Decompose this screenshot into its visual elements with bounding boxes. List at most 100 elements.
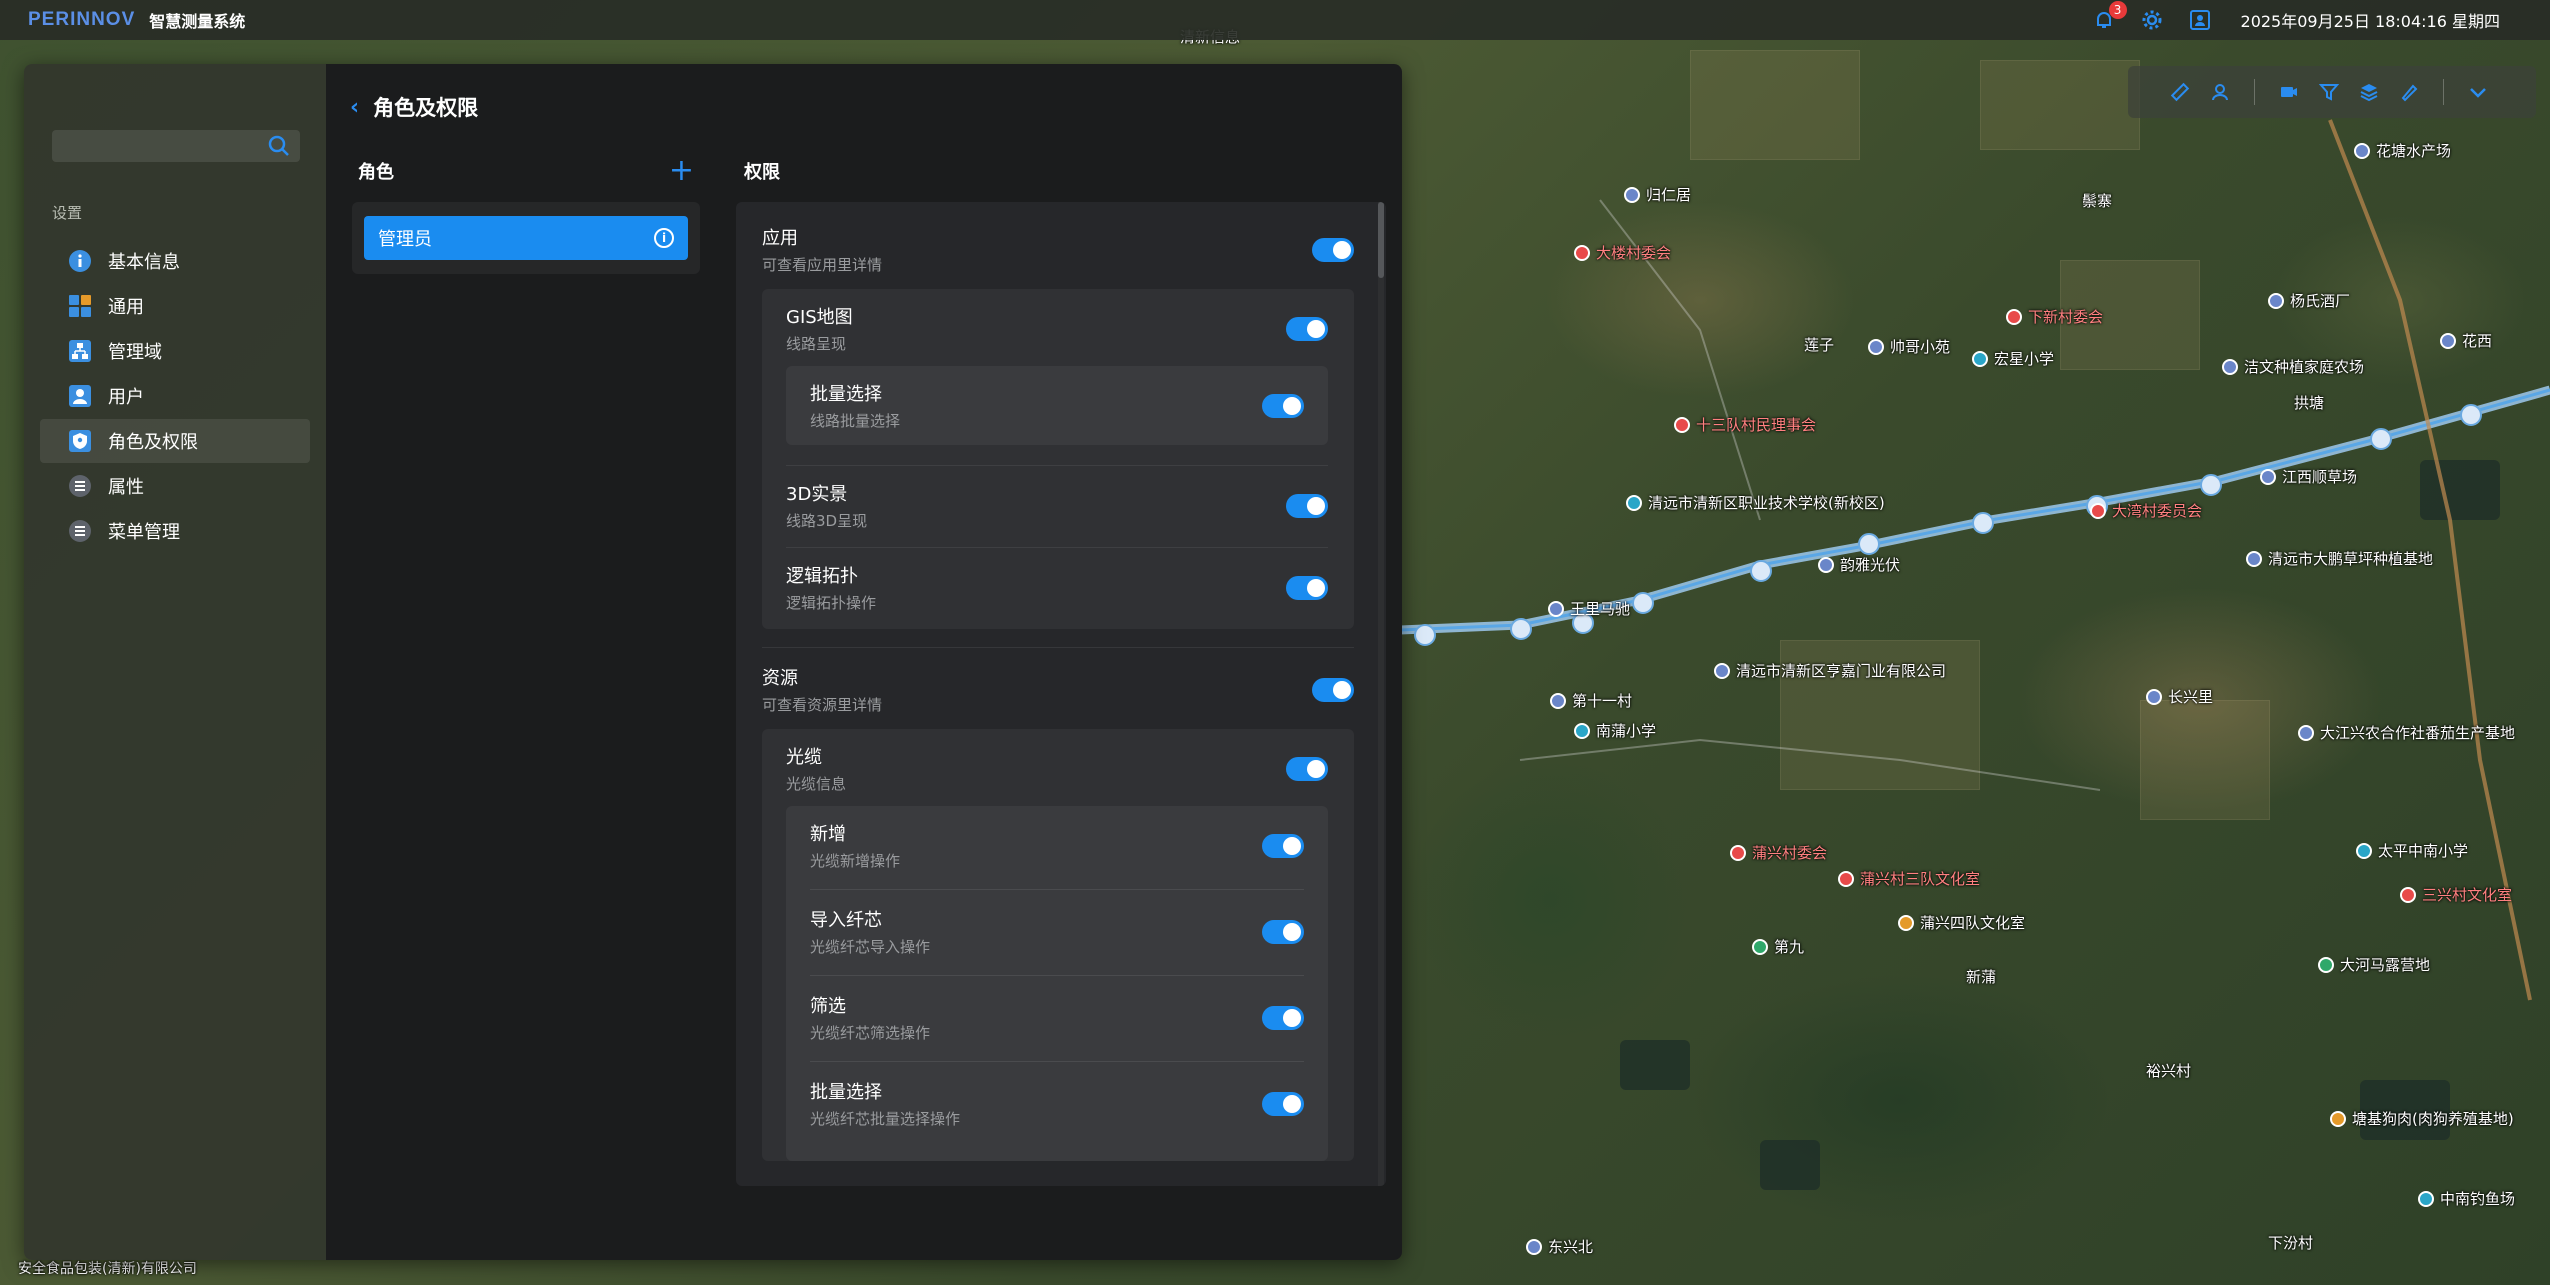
roles-title: 角色 bbox=[358, 162, 394, 183]
gis-batch-permission-toggle[interactable] bbox=[1262, 393, 1304, 418]
permission-cable-add: 新增 光缆新增操作 bbox=[810, 820, 1304, 889]
map-poi[interactable]: 清远市大鹏草坪种植基地 bbox=[2246, 548, 2433, 569]
route-node[interactable] bbox=[1972, 512, 1994, 534]
sidebar-item-roles-permissions[interactable]: 角色及权限 bbox=[40, 419, 310, 463]
map-poi[interactable]: 王里马驰 bbox=[1548, 598, 1630, 619]
measure-tool-button[interactable] bbox=[2160, 72, 2200, 112]
map-poi[interactable]: 蒲兴四队文化室 bbox=[1898, 912, 2025, 933]
app-permission-toggle[interactable] bbox=[1312, 237, 1354, 262]
map-poi[interactable]: 中南钓鱼场 bbox=[2418, 1188, 2515, 1209]
route-node[interactable] bbox=[2460, 404, 2482, 426]
layers-tool-button[interactable] bbox=[2349, 72, 2389, 112]
poi-pin-icon bbox=[1818, 556, 1834, 573]
notification-badge: 3 bbox=[2108, 1, 2127, 19]
ruler-icon bbox=[2170, 82, 2190, 102]
map-poi[interactable]: 长兴里 bbox=[2146, 686, 2213, 707]
permission-title: GIS地图 bbox=[786, 307, 853, 328]
map-poi[interactable]: 归仁居 bbox=[1624, 184, 1691, 205]
resource-permission-toggle[interactable] bbox=[1312, 677, 1354, 702]
sidebar-item-users[interactable]: 用户 bbox=[40, 374, 310, 418]
locate-tool-button[interactable] bbox=[2200, 72, 2240, 112]
gis-permission-toggle[interactable] bbox=[1286, 316, 1328, 341]
permission-desc: 线路批量选择 bbox=[810, 412, 901, 430]
poi-pin-icon bbox=[2418, 1190, 2434, 1207]
route-node[interactable] bbox=[1750, 560, 1772, 582]
map-poi[interactable]: 大楼村委会 bbox=[1574, 242, 1671, 263]
add-role-button[interactable]: + bbox=[669, 156, 694, 186]
map-poi[interactable]: 大河马露营地 bbox=[2318, 954, 2430, 975]
user-card-icon bbox=[2189, 10, 2210, 30]
map-poi[interactable]: 宏星小学 bbox=[1972, 348, 2054, 369]
map-poi[interactable]: 东兴北 bbox=[1526, 1236, 1593, 1257]
role-item-admin[interactable]: 管理员 i bbox=[364, 216, 688, 260]
map-poi[interactable]: 清远市清新区职业技术学校(新校区) bbox=[1626, 492, 1885, 513]
map-poi[interactable]: 花西 bbox=[2440, 330, 2492, 351]
poi-pin-icon bbox=[2146, 688, 2162, 705]
sidebar-item-basic-info[interactable]: 基本信息 bbox=[40, 239, 310, 283]
map-poi[interactable]: 下新村委会 bbox=[2006, 306, 2103, 327]
map-poi[interactable]: 韵雅光伏 bbox=[1818, 554, 1900, 575]
user-profile-button[interactable] bbox=[2187, 7, 2213, 33]
cable-filter-permission-toggle[interactable] bbox=[1262, 1005, 1304, 1030]
permission-desc: 光缆纤芯筛选操作 bbox=[810, 1024, 931, 1042]
map-poi[interactable]: 洁文种植家庭农场 bbox=[2222, 356, 2364, 377]
user-icon bbox=[68, 384, 92, 408]
scrollbar-thumb[interactable] bbox=[1378, 202, 1384, 278]
draw-tool-button[interactable] bbox=[2389, 72, 2429, 112]
map-poi[interactable]: 三兴村文化室 bbox=[2400, 884, 2512, 905]
map-poi[interactable]: 十三队村民理事会 bbox=[1674, 414, 1816, 435]
map-poi[interactable]: 蒲兴村委会 bbox=[1730, 842, 1827, 863]
cable-permission-toggle[interactable] bbox=[1286, 756, 1328, 781]
permission-title: 新增 bbox=[810, 824, 846, 845]
map-poi[interactable]: 江西顺草场 bbox=[2260, 466, 2357, 487]
permissions-column: 权限 应用 可查看应用里详情 GIS地图 线路呈现 批量选择 线路批量选择 3D… bbox=[736, 156, 1386, 1186]
sidebar-item-label: 菜单管理 bbox=[108, 522, 180, 543]
hierarchy-icon bbox=[68, 339, 92, 363]
sidebar-item-general[interactable]: 通用 bbox=[40, 284, 310, 328]
map-poi[interactable]: 大江兴农合作社番茄生产基地 bbox=[2298, 722, 2515, 743]
map-poi[interactable]: 太平中南小学 bbox=[2356, 840, 2468, 861]
settings-button[interactable] bbox=[2139, 7, 2165, 33]
poi-pin-icon bbox=[2330, 1110, 2346, 1127]
cable-import-permission-toggle[interactable] bbox=[1262, 919, 1304, 944]
poi-pin-icon bbox=[1752, 938, 1768, 955]
route-node[interactable] bbox=[1858, 533, 1880, 555]
sidebar-item-domain[interactable]: 管理域 bbox=[40, 329, 310, 373]
cable-add-permission-toggle[interactable] bbox=[1262, 833, 1304, 858]
map-poi[interactable]: 杨氏酒厂 bbox=[2268, 290, 2350, 311]
poi-pin-icon bbox=[1550, 692, 1566, 709]
permissions-scrollbar[interactable] bbox=[1378, 202, 1384, 1186]
route-node[interactable] bbox=[1510, 618, 1532, 640]
search-box[interactable] bbox=[52, 130, 300, 162]
map-poi[interactable]: 清远市清新区亨嘉门业有限公司 bbox=[1714, 660, 1946, 681]
sidebar-item-attributes[interactable]: 属性 bbox=[40, 464, 310, 508]
map-poi[interactable]: 帅哥小苑 bbox=[1868, 336, 1950, 357]
3d-permission-toggle[interactable] bbox=[1286, 493, 1328, 518]
route-node[interactable] bbox=[2370, 428, 2392, 450]
search-icon[interactable] bbox=[268, 135, 290, 161]
notification-button[interactable]: 3 bbox=[2091, 1, 2127, 33]
map-poi[interactable]: 花塘水产场 bbox=[2354, 140, 2451, 161]
info-icon[interactable]: i bbox=[654, 228, 674, 248]
map-poi[interactable]: 第十一村 bbox=[1550, 690, 1632, 711]
camera-tool-button[interactable] bbox=[2269, 72, 2309, 112]
map-poi[interactable]: 蒲兴村三队文化室 bbox=[1838, 868, 1980, 889]
toolbar-divider bbox=[2443, 79, 2444, 105]
route-node[interactable] bbox=[2200, 474, 2222, 496]
route-node[interactable] bbox=[1632, 592, 1654, 614]
back-chevron-icon[interactable]: ‹ bbox=[350, 95, 359, 120]
sidebar-item-menu-management[interactable]: 菜单管理 bbox=[40, 509, 310, 553]
topology-permission-toggle[interactable] bbox=[1286, 575, 1328, 600]
sidebar-item-label: 角色及权限 bbox=[108, 432, 198, 453]
filter-tool-button[interactable] bbox=[2309, 72, 2349, 112]
route-node[interactable] bbox=[1414, 624, 1436, 646]
map-poi[interactable]: 南蒲小学 bbox=[1574, 720, 1656, 741]
cable-batch-permission-toggle[interactable] bbox=[1262, 1091, 1304, 1116]
map-poi[interactable]: 第九 bbox=[1752, 936, 1804, 957]
map-poi[interactable]: 塘基狗肉(肉狗养殖基地) bbox=[2330, 1108, 2514, 1129]
collapse-toolbar-button[interactable] bbox=[2458, 72, 2498, 112]
permissions-scroll-area[interactable]: 应用 可查看应用里详情 GIS地图 线路呈现 批量选择 线路批量选择 3D实景 … bbox=[736, 202, 1376, 1186]
permission-title: 批量选择 bbox=[810, 384, 882, 405]
map-poi[interactable]: 大湾村委员会 bbox=[2090, 500, 2202, 521]
poi-pin-icon bbox=[1526, 1238, 1542, 1255]
